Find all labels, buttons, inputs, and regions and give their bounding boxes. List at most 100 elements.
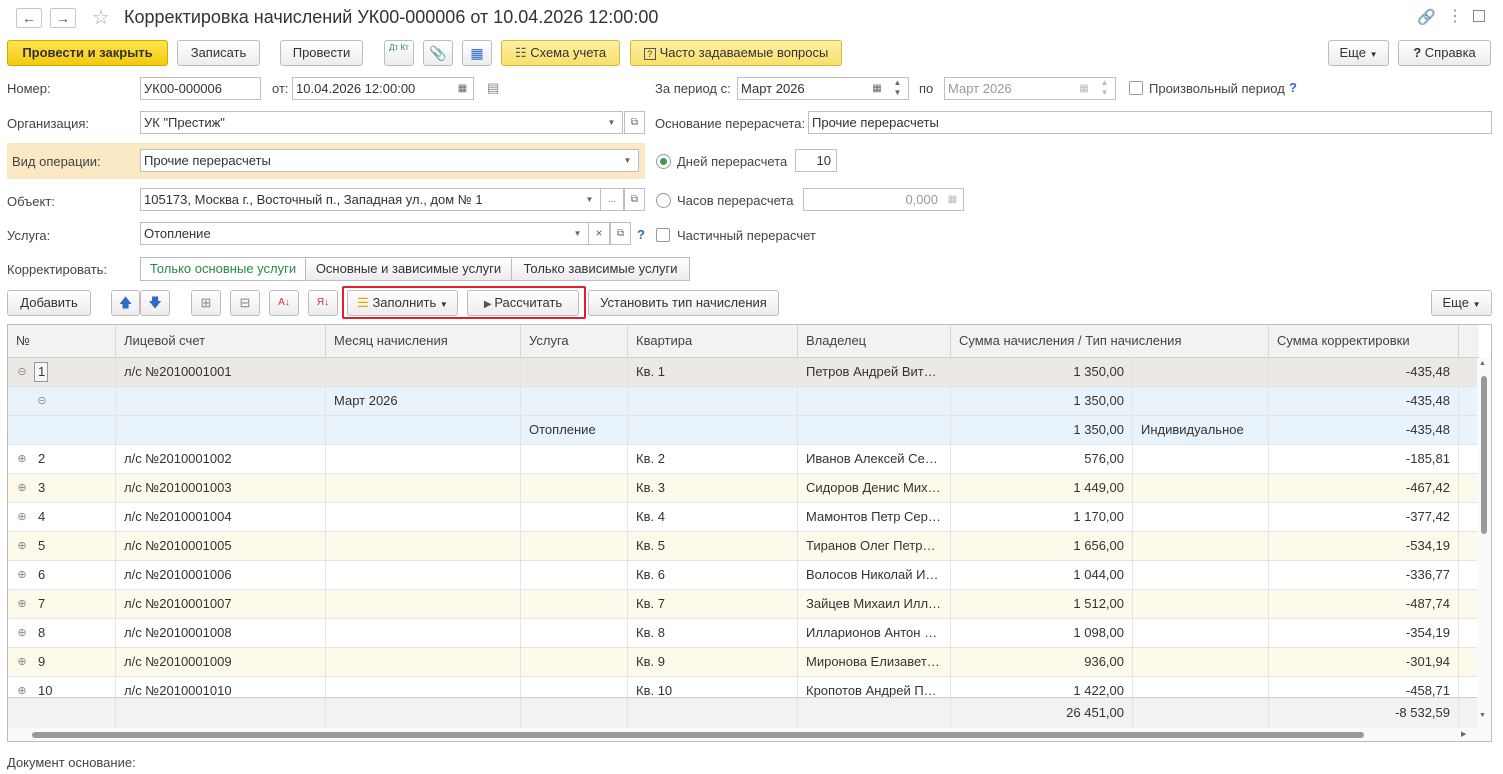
scroll-right-icon[interactable]: ▶ (1461, 730, 1466, 738)
attachment-icon[interactable]: 📎 (423, 40, 453, 66)
organization-field[interactable]: УК "Престиж" (140, 111, 602, 134)
table-row[interactable]: Март 2026 1 350,00 -435,48 ⊝ (8, 387, 1478, 416)
collapse-icon[interactable]: ⊝ (17, 367, 27, 378)
col-number[interactable]: № (8, 325, 116, 358)
number-field[interactable]: УК00-000006 (140, 77, 261, 100)
operation-field[interactable]: Прочие перерасчеты (140, 149, 618, 172)
structure-icon[interactable]: ▦ (462, 40, 492, 66)
open-icon[interactable]: ⧉ (610, 222, 631, 245)
open-icon[interactable]: ⧉ (624, 111, 645, 134)
add-button[interactable]: Добавить (7, 290, 91, 316)
scroll-down-icon[interactable]: ▼ (1479, 712, 1486, 719)
help-mark[interactable]: ? (1289, 80, 1297, 95)
expand-icon[interactable]: ⊕ (17, 599, 27, 610)
menu-dots-icon[interactable]: ⋮ (1447, 6, 1463, 26)
dropdown-arrow-icon[interactable]: ▼ (601, 111, 623, 134)
table-row[interactable]: 6 л/с №2010001006 Кв. 6 Волосов Николай И… 1… (8, 561, 1478, 590)
period-from-field[interactable]: Март 2026 (737, 77, 868, 100)
expand-icon[interactable]: ⊕ (17, 570, 27, 581)
back-arrow-icon[interactable]: ← (16, 8, 42, 28)
dropdown-arrow-icon[interactable]: ▼ (617, 149, 639, 172)
expand-all-icon[interactable]: ⊞ (191, 290, 221, 316)
col-service[interactable]: Услуга (521, 325, 628, 358)
horizontal-scroll-thumb[interactable] (32, 732, 1364, 738)
hours-field[interactable]: 0,000 (803, 188, 943, 211)
help-button[interactable]: ? Справка (1398, 40, 1491, 66)
dropdown-arrow-icon[interactable]: ▼ (567, 222, 589, 245)
table-row[interactable]: 9 л/с №2010001009 Кв. 9 Миронова Елизавет… 9… (8, 648, 1478, 677)
col-account[interactable]: Лицевой счет (116, 325, 326, 358)
vertical-scroll-thumb[interactable] (1481, 376, 1487, 534)
link-icon[interactable]: 🔗 (1417, 8, 1436, 26)
days-field[interactable]: 10 (795, 149, 837, 172)
correct-option-main[interactable]: Только основные услуги (140, 257, 306, 281)
expand-icon[interactable]: ⊕ (17, 483, 27, 494)
partial-checkbox[interactable] (656, 228, 670, 242)
service-field[interactable]: Отопление (140, 222, 568, 245)
table-row[interactable]: Отопление 1 350,00 Индивидуальное -435,48 (8, 416, 1478, 445)
days-radio[interactable] (656, 154, 671, 169)
comment-icon[interactable]: ▤ (487, 80, 499, 96)
forward-arrow-icon[interactable]: → (50, 8, 76, 28)
hours-radio[interactable] (656, 193, 671, 208)
table-row[interactable]: 1 л/с №2010001001 Кв. 1 Петров Андрей Вита…… (8, 358, 1478, 387)
col-owner[interactable]: Владелец (798, 325, 951, 358)
clear-icon[interactable]: × (589, 222, 610, 245)
expand-icon[interactable]: ⊕ (17, 512, 27, 523)
table-row[interactable]: 2 л/с №2010001002 Кв. 2 Иванов Алексей Се… 5… (8, 445, 1478, 474)
basis-field[interactable]: Прочие перерасчеты (808, 111, 1492, 134)
arbitrary-period-checkbox[interactable] (1129, 81, 1143, 95)
correct-option-main-dependent[interactable]: Основные и зависимые услуги (305, 257, 512, 281)
collapse-icon[interactable]: ⊝ (37, 396, 47, 407)
col-flat[interactable]: Квартира (628, 325, 798, 358)
calculator-icon[interactable]: ▦ (942, 188, 964, 211)
expand-icon[interactable]: ⊕ (17, 628, 27, 639)
scheme-button[interactable]: ☷ Схема учета (501, 40, 620, 66)
star-icon[interactable]: ☆ (92, 5, 110, 30)
faq-button[interactable]: ? Часто задаваемые вопросы (630, 40, 842, 66)
sort-desc-icon[interactable]: Я↓ (308, 290, 338, 316)
table-row[interactable]: 5 л/с №2010001005 Кв. 5 Тиранов Олег Петро…… (8, 532, 1478, 561)
horizontal-scrollbar[interactable]: ▶ (8, 728, 1491, 741)
table-row[interactable]: 8 л/с №2010001008 Кв. 8 Илларионов Антон … 1… (8, 619, 1478, 648)
write-button[interactable]: Записать (177, 40, 260, 66)
calendar-icon[interactable]: ▦ (1074, 77, 1095, 100)
post-button[interactable]: Провести (280, 40, 363, 66)
maximize-icon[interactable] (1473, 10, 1485, 22)
sort-asc-icon[interactable]: А↓ (269, 290, 299, 316)
open-icon[interactable]: ⧉ (624, 188, 645, 211)
expand-icon[interactable]: ⊕ (17, 686, 27, 697)
post-and-close-button[interactable]: Провести и закрыть (7, 40, 168, 66)
spinner-icon[interactable]: ▲ ▼ (1094, 77, 1116, 100)
help-mark[interactable]: ? (637, 227, 645, 242)
set-type-button[interactable]: Установить тип начисления (588, 290, 779, 316)
dropdown-arrow-icon[interactable]: ▼ (579, 188, 601, 211)
vertical-scrollbar[interactable]: ▲ ▼ (1477, 358, 1491, 728)
move-down-icon[interactable]: 🡇 (140, 290, 170, 316)
period-to-field[interactable]: Март 2026 (944, 77, 1075, 100)
col-month[interactable]: Месяц начисления (326, 325, 521, 358)
expand-icon[interactable]: ⊕ (17, 541, 27, 552)
expand-icon[interactable]: ⊕ (17, 657, 27, 668)
calendar-icon[interactable]: ▦ (452, 77, 474, 100)
more-button[interactable]: Еще ▼ (1328, 40, 1389, 66)
accruals-table[interactable]: № Лицевой счет Месяц начисления Услуга К… (7, 324, 1492, 742)
collapse-all-icon[interactable]: ⊟ (230, 290, 260, 316)
date-field[interactable]: 10.04.2026 12:00:00 (292, 77, 453, 100)
table-row[interactable]: 3 л/с №2010001003 Кв. 3 Сидоров Денис Мих… 1… (8, 474, 1478, 503)
expand-icon[interactable]: ⊕ (17, 454, 27, 465)
col-correction[interactable]: Сумма корректировки (1269, 325, 1459, 358)
scroll-up-icon[interactable]: ▲ (1479, 360, 1486, 367)
calendar-icon[interactable]: ▦ (867, 77, 888, 100)
table-more-button[interactable]: Еще ▼ (1431, 290, 1492, 316)
table-row[interactable]: 4 л/с №2010001004 Кв. 4 Мамонтов Петр Сер… 1… (8, 503, 1478, 532)
table-footer: 26 451,00 -8 532,59 (8, 697, 1478, 729)
dt-kt-icon[interactable]: Дт Кт (384, 40, 414, 66)
col-sum[interactable]: Сумма начисления / Тип начисления (951, 325, 1269, 358)
correct-option-dependent[interactable]: Только зависимые услуги (511, 257, 690, 281)
object-field[interactable]: 105173, Москва г., Восточный п., Западна… (140, 188, 580, 211)
move-up-icon[interactable]: 🡅 (111, 290, 140, 316)
table-row[interactable]: 7 л/с №2010001007 Кв. 7 Зайцев Михаил Илл… 1… (8, 590, 1478, 619)
select-dots-icon[interactable]: ... (601, 188, 624, 211)
spinner-icon[interactable]: ▲ ▼ (887, 77, 909, 100)
